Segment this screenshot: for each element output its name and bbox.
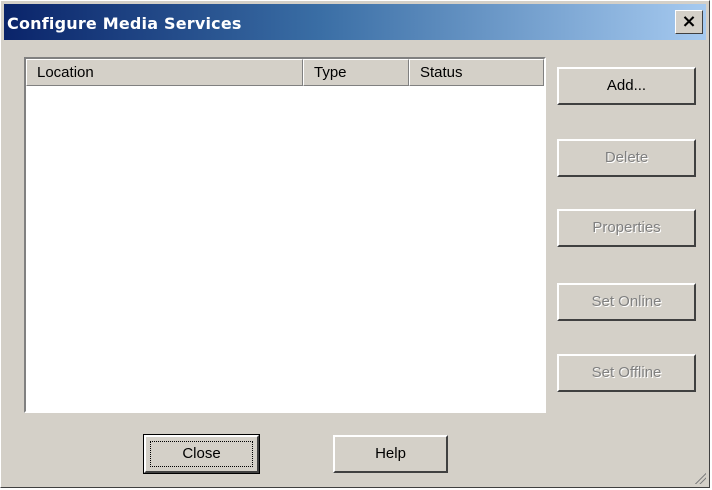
column-header-status[interactable]: Status xyxy=(409,59,544,86)
help-button-label: Help xyxy=(375,445,406,462)
set-online-button-label: Set Online xyxy=(591,293,662,310)
properties-button-label: Properties xyxy=(592,219,661,236)
close-window-button[interactable]: × xyxy=(675,10,703,34)
set-online-button[interactable]: Set Online xyxy=(557,283,696,321)
set-offline-button[interactable]: Set Offline xyxy=(557,354,696,392)
column-header-type[interactable]: Type xyxy=(303,59,409,86)
add-button-label: Add... xyxy=(606,77,647,94)
properties-button[interactable]: Properties xyxy=(557,209,696,247)
resize-grip-icon[interactable] xyxy=(692,470,706,484)
title-bar[interactable]: Configure Media Services × xyxy=(4,4,706,40)
close-icon: × xyxy=(681,11,697,32)
media-services-list[interactable]: Location Type Status xyxy=(24,57,546,413)
column-header-location[interactable]: Location xyxy=(26,59,303,86)
window-title: Configure Media Services xyxy=(7,14,242,33)
delete-button[interactable]: Delete xyxy=(557,139,696,177)
set-offline-button-label: Set Offline xyxy=(591,364,662,381)
add-button[interactable]: Add... xyxy=(557,67,696,105)
focus-rectangle xyxy=(150,441,253,467)
configure-media-services-dialog: Configure Media Services × Location Type… xyxy=(0,0,710,488)
close-button[interactable]: Close xyxy=(143,434,260,474)
list-header: Location Type Status xyxy=(26,59,544,86)
delete-button-label: Delete xyxy=(604,149,649,166)
help-button[interactable]: Help xyxy=(333,435,448,473)
